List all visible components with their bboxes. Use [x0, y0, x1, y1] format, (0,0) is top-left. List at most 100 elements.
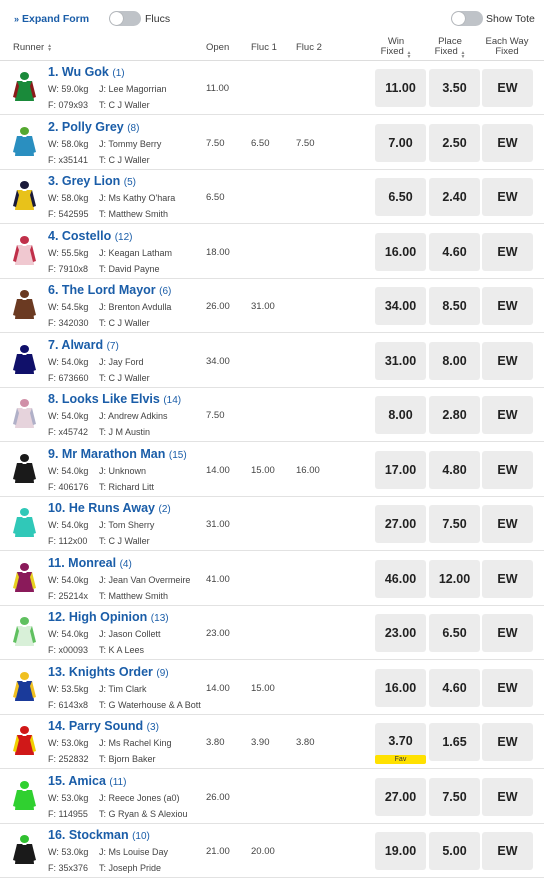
runner-form: F: x00093 — [48, 645, 89, 655]
place-odds-button[interactable]: 1.65 — [429, 723, 480, 761]
runner-name-link[interactable]: 12. High Opinion (13) — [48, 610, 169, 624]
each-way-button[interactable]: EW — [482, 777, 533, 816]
jockey-silk-icon — [13, 780, 36, 810]
win-odds-button[interactable]: 46.00 — [375, 559, 426, 598]
expand-form-link[interactable]: » Expand Form — [14, 13, 89, 25]
win-odds-button[interactable]: 17.00 — [375, 450, 426, 489]
place-odds-button[interactable]: 6.50 — [429, 614, 480, 652]
runner-weight: W: 53.0kg — [48, 738, 89, 748]
runner-name-link[interactable]: 6. The Lord Mayor (6) — [48, 283, 171, 297]
flucs-label: Flucs — [145, 13, 171, 25]
runner-weight: W: 53.5kg — [48, 683, 89, 694]
place-odds-button[interactable]: 3.50 — [429, 69, 480, 107]
runner-weight: W: 58.0kg — [48, 138, 89, 149]
win-odds-button[interactable]: 16.00 — [375, 232, 426, 271]
runner-name-link[interactable]: 15. Amica (11) — [48, 774, 126, 788]
win-odds-button[interactable]: 27.00 — [375, 777, 426, 816]
jockey-silk-icon — [13, 835, 36, 864]
runner-jockey: J: Ms Kathy O'hara — [99, 193, 176, 203]
place-odds-button[interactable]: 4.60 — [429, 232, 480, 271]
each-way-button[interactable]: EW — [482, 723, 533, 761]
runner-name-link[interactable]: 1. Wu Gok (1) — [48, 65, 125, 79]
each-way-button[interactable]: EW — [482, 668, 533, 707]
place-odds-button[interactable]: 4.80 — [429, 450, 480, 489]
place-odds-button[interactable]: 8.50 — [429, 287, 480, 325]
runner-weight: W: 54.0kg — [48, 356, 89, 367]
flucs-toggle[interactable] — [109, 11, 141, 26]
open-price: 41.00 — [206, 573, 230, 585]
runner-name-link[interactable]: 2. Polly Grey (8) — [48, 120, 139, 134]
each-way-button[interactable]: EW — [482, 123, 533, 162]
win-odds-button[interactable]: 6.50 — [375, 178, 426, 216]
runner-form: F: 542595 — [48, 209, 89, 219]
runner-jockey: J: Jean Van Overmeire — [99, 574, 191, 585]
win-odds-button[interactable]: 27.00 — [375, 505, 426, 543]
table-row: 10. He Runs Away (2) W: 54.0kg J: Tom She… — [0, 497, 544, 551]
each-way-button[interactable]: EW — [482, 69, 533, 107]
place-odds-button[interactable]: 2.40 — [429, 178, 480, 216]
each-way-button[interactable]: EW — [482, 178, 533, 216]
jockey-silk-icon — [13, 726, 36, 755]
win-odds-button[interactable]: 11.00 — [375, 69, 426, 107]
table-row: 14. Parry Sound (3) W: 53.0kg J: Ms Rache… — [0, 715, 544, 769]
each-way-button[interactable]: EW — [482, 505, 533, 543]
runner-name-link[interactable]: 7. Alward (7) — [48, 338, 119, 352]
runner-name-link[interactable]: 14. Parry Sound (3) — [48, 719, 159, 733]
runner-name-link[interactable]: 8. Looks Like Elvis (14) — [48, 392, 181, 406]
win-odds-button[interactable]: 7.00 — [375, 123, 426, 162]
table-row: 6. The Lord Mayor (6) W: 54.5kg J: Brento… — [0, 279, 544, 333]
win-odds-button[interactable]: 31.00 — [375, 341, 426, 380]
runner-name-link[interactable]: 9. Mr Marathon Man (15) — [48, 447, 187, 461]
win-odds-button[interactable]: 19.00 — [375, 832, 426, 870]
runner-name-link[interactable]: 4. Costello (12) — [48, 229, 133, 243]
runner-trainer: T: C J Waller — [99, 154, 150, 165]
runner-jockey: J: Ms Rachel King — [99, 738, 172, 748]
runner-trainer: T: C J Waller — [99, 372, 150, 383]
runner-name-link[interactable]: 13. Knights Order (9) — [48, 665, 169, 679]
jockey-silk-icon — [13, 181, 36, 210]
show-tote-label: Show Tote — [486, 13, 535, 25]
runner-jockey: J: Tim Clark — [99, 683, 147, 694]
show-tote-toggle[interactable] — [451, 11, 483, 26]
table-row: 15. Amica (11) W: 53.0kg J: Reece Jones (… — [0, 770, 544, 824]
each-way-button[interactable]: EW — [482, 287, 533, 325]
place-odds-button[interactable]: 2.50 — [429, 123, 480, 162]
place-odds-button[interactable]: 2.80 — [429, 396, 480, 434]
win-odds-button[interactable]: 8.00 — [375, 396, 426, 434]
runner-trainer: T: J M Austin — [99, 427, 151, 437]
win-fixed-column-header[interactable]: Win Fixed ▲ ▼ — [366, 37, 426, 60]
runner-name-link[interactable]: 3. Grey Lion (5) — [48, 174, 136, 188]
runner-weight: W: 54.0kg — [48, 465, 89, 476]
each-way-button[interactable]: EW — [482, 341, 533, 380]
place-odds-button[interactable]: 7.50 — [429, 505, 480, 543]
each-way-button[interactable]: EW — [482, 559, 533, 598]
each-way-button[interactable]: EW — [482, 396, 533, 434]
place-odds-button[interactable]: 4.60 — [429, 668, 480, 707]
jockey-silk-icon — [13, 671, 36, 701]
runner-name-link[interactable]: 11. Monreal (4) — [48, 556, 132, 570]
open-price: 6.50 — [206, 192, 225, 203]
runner-trainer: T: Matthew Smith — [99, 590, 169, 601]
runner-form: F: x45742 — [48, 427, 89, 437]
place-odds-button[interactable]: 5.00 — [429, 832, 480, 870]
barrier-number: (10) — [132, 831, 150, 842]
place-fixed-column-header[interactable]: Place Fixed ▲ ▼ — [420, 37, 480, 60]
open-price: 26.00 — [206, 301, 230, 312]
each-way-button[interactable]: EW — [482, 232, 533, 271]
runner-weight: W: 54.0kg — [48, 411, 89, 421]
win-odds-button[interactable]: 34.00 — [375, 287, 426, 325]
runner-name-link[interactable]: 16. Stockman (10) — [48, 828, 150, 842]
place-odds-button[interactable]: 12.00 — [429, 559, 480, 598]
barrier-number: (7) — [106, 340, 119, 352]
win-odds-button[interactable]: 16.00 — [375, 668, 426, 707]
runner-weight: W: 54.0kg — [48, 520, 89, 530]
place-odds-button[interactable]: 7.50 — [429, 777, 480, 816]
each-way-button[interactable]: EW — [482, 614, 533, 652]
runner-column-header[interactable]: Runner ▲ ▼ — [13, 42, 52, 53]
barrier-number: (6) — [159, 286, 172, 297]
each-way-button[interactable]: EW — [482, 450, 533, 489]
win-odds-button[interactable]: 23.00 — [375, 614, 426, 652]
place-odds-button[interactable]: 8.00 — [429, 341, 480, 380]
runner-name-link[interactable]: 10. He Runs Away (2) — [48, 501, 171, 515]
each-way-button[interactable]: EW — [482, 832, 533, 870]
